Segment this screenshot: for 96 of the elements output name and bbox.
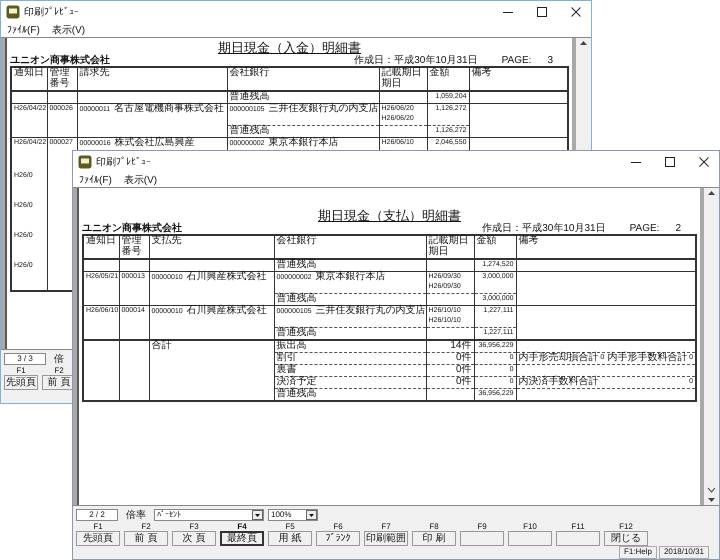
- bank-name: 三井住友銀行丸の内支店: [316, 305, 426, 316]
- count-text: 14件: [450, 340, 472, 351]
- key-label: F10: [523, 522, 537, 531]
- column-header: 会社銀行: [230, 67, 270, 78]
- total-line-label: 振出高: [276, 340, 306, 351]
- function-key-button[interactable]: 先頭頁: [76, 531, 120, 546]
- column-header: 金額: [476, 235, 496, 246]
- balance-label: 普通残高: [230, 125, 270, 136]
- page-number: 3: [547, 55, 553, 66]
- balance-label: 普通残高: [276, 327, 316, 338]
- scroll-up-icon[interactable]: [707, 190, 716, 196]
- column-header: 通知日: [86, 235, 116, 246]
- bank-name: 東京本銀行本店: [268, 137, 339, 148]
- page-field[interactable]: 2 / 2: [76, 509, 118, 521]
- menu-item[interactable]: ﾌｧｲﾙ(F): [79, 174, 112, 186]
- key-label: F1: [93, 522, 103, 531]
- total-line-label: 決済予定: [276, 376, 316, 387]
- column-header: 管理番号: [122, 235, 142, 257]
- function-key-button[interactable]: 最終頁: [220, 531, 264, 546]
- key-label: F9: [477, 522, 487, 531]
- party-name: 石川興産株式会社: [186, 305, 267, 316]
- key-label: F6: [333, 522, 343, 531]
- column-header: 管理番号: [50, 67, 70, 89]
- key-label: F4: [237, 522, 247, 531]
- page-label: PAGE:: [630, 223, 660, 234]
- note-label: 内手形売却損合計: [518, 353, 598, 363]
- key-label: F12: [619, 522, 633, 531]
- app-icon: [6, 5, 20, 19]
- column-header: 備考: [518, 235, 538, 246]
- key-label: F1: [16, 366, 26, 375]
- bank-name: 東京本銀行本店: [316, 271, 386, 282]
- menu-item[interactable]: ﾌｧｲﾙ(F): [7, 24, 40, 36]
- column-header: 会社銀行: [276, 235, 316, 246]
- column-header: 金額: [430, 67, 450, 78]
- column-header: 通知日: [14, 67, 44, 78]
- key-label: F11: [571, 522, 585, 531]
- company-name: ユニオン商事株式会社: [82, 223, 182, 234]
- column-header: 請求先: [80, 67, 110, 78]
- total-line-label: 普通残高: [276, 388, 316, 399]
- key-label: F7: [381, 522, 391, 531]
- key-label: F8: [429, 522, 439, 531]
- creation-date: 作成日：平成30年10月31日: [354, 55, 478, 66]
- page-field[interactable]: 3 / 3: [4, 353, 46, 365]
- status-panel: F1:Help: [618, 546, 657, 559]
- function-key-button[interactable]: 先頭頁: [4, 375, 38, 390]
- scroll-end-icon[interactable]: [707, 497, 716, 503]
- app-icon: [78, 155, 92, 169]
- column-header: 期日: [382, 78, 402, 89]
- zoom-label: 倍率: [126, 510, 146, 520]
- zoom-mode-dropdown[interactable]: ﾊﾟｰｾﾝﾄ: [154, 509, 264, 521]
- menu-item[interactable]: 表示(V): [52, 24, 86, 36]
- status-panel: 2018/10/31: [658, 546, 709, 559]
- window-title: 印刷ﾌﾟﾚﾋﾞｭｰ: [96, 156, 151, 168]
- function-key-button[interactable]: ﾌﾞﾗﾝｸ: [316, 531, 360, 546]
- party-name: 株式会社広島興産: [114, 137, 195, 148]
- function-key-button[interactable]: 印刷範囲: [364, 531, 408, 546]
- party-name: 名古屋電機商事株式会社: [114, 103, 224, 114]
- bank-name: 三井住友銀行丸の内支店: [268, 103, 379, 114]
- column-header: 記載期日: [382, 67, 422, 78]
- note-label: 内決済手数料合計: [518, 377, 598, 387]
- balance-label: 普通残高: [230, 91, 270, 102]
- column-header: 期日: [428, 246, 448, 257]
- total-label: 合計: [152, 340, 172, 351]
- function-key-button[interactable]: 閉じる: [604, 531, 648, 546]
- note-label: 内手形手数料合計: [607, 353, 688, 363]
- page-label: PAGE:: [502, 55, 532, 66]
- zoom-percent-dropdown[interactable]: 100%: [268, 509, 318, 521]
- key-label: F2: [141, 522, 151, 531]
- column-header: 記載期日: [428, 235, 468, 246]
- function-key-button[interactable]: 印 刷: [412, 531, 456, 546]
- count-text: 0件: [456, 352, 472, 363]
- key-label: F2: [54, 366, 64, 375]
- party-name: 石川興産株式会社: [186, 271, 267, 282]
- count-text: 0件: [456, 364, 472, 375]
- column-header: 備考: [472, 67, 492, 78]
- scroll-down-icon[interactable]: [707, 487, 716, 493]
- function-key-button[interactable]: 前 頁: [124, 531, 168, 546]
- menu-item[interactable]: 表示(V): [124, 174, 158, 186]
- key-label: F5: [285, 522, 295, 531]
- total-line-label: 裏書: [276, 364, 296, 375]
- total-line-label: 割引: [276, 352, 296, 363]
- page-number: 2: [675, 223, 681, 234]
- scroll-up-icon[interactable]: [579, 40, 588, 46]
- company-name: ユニオン商事株式会社: [10, 55, 110, 66]
- function-key-button[interactable]: 用 紙: [268, 531, 312, 546]
- report-title: 期日現金（入金）明細書: [218, 40, 361, 55]
- balance-label: 普通残高: [276, 259, 316, 270]
- balance-label: 普通残高: [276, 293, 316, 304]
- column-header: 支払先: [152, 235, 182, 246]
- count-text: 0件: [456, 376, 472, 387]
- function-key-button[interactable]: 次 頁: [172, 531, 216, 546]
- creation-date: 作成日：平成30年10月31日: [482, 223, 606, 234]
- report-title: 期日現金（支払）明細書: [318, 208, 461, 223]
- window-title: 印刷ﾌﾟﾚﾋﾞｭｰ: [24, 6, 79, 18]
- key-label: F3: [189, 522, 199, 531]
- zoom-label: 倍: [54, 354, 64, 364]
